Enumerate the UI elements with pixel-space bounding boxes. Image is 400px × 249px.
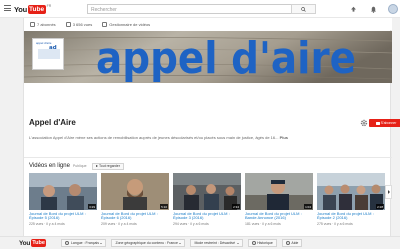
footer-youtube-logo[interactable]: You Tube	[19, 239, 47, 247]
video-duration: 1:04	[304, 204, 312, 209]
views-stat[interactable]: 3 656 vues	[65, 21, 92, 27]
video-item[interactable]: 1:04 Journal de Bord du projet ULM : Ban…	[245, 173, 313, 226]
logo-text-tube: Tube	[27, 4, 46, 14]
globe-icon	[65, 241, 70, 245]
channel-card: 7 abonnés 3 656 vues Gestionnaire de vid…	[23, 18, 400, 240]
video-manager-icon	[102, 21, 108, 27]
history-button[interactable]: Historique	[247, 239, 277, 247]
youtube-logo[interactable]: You Tube FR	[14, 4, 51, 14]
video-meta: 275 vues · il y a 6 mois	[317, 222, 353, 226]
videos-section-header: Vidéos en ligne Publique Tout regarder	[29, 162, 124, 170]
video-title[interactable]: Journal de Bord du projet ULM : Épisode …	[101, 212, 169, 222]
channel-description: L'association Appel d'Aire mène ses acti…	[29, 135, 329, 141]
video-shelf: 3:29 Journal de Bord du projet ULM : Épi…	[29, 173, 385, 233]
video-title[interactable]: Journal de Bord du projet ULM : Épisode …	[317, 212, 385, 222]
chevron-down-icon	[100, 242, 103, 244]
search-button[interactable]	[291, 4, 316, 14]
language-selector[interactable]: Langue : Français	[61, 239, 107, 247]
footer: You Tube Langue : Français Zone géograph…	[0, 236, 400, 249]
play-icon	[95, 165, 98, 167]
video-thumbnail[interactable]: 5:10	[101, 173, 169, 210]
section-divider	[24, 157, 392, 158]
history-icon	[251, 241, 256, 245]
subscribe-button[interactable]: S'abonner	[369, 119, 400, 127]
upload-icon[interactable]	[348, 4, 358, 14]
video-duration: 3:29	[88, 204, 96, 209]
video-item[interactable]: 3:29 Journal de Bord du projet ULM : Épi…	[29, 173, 97, 226]
video-duration: 2:34	[232, 204, 240, 209]
video-thumbnail[interactable]: 2:28	[317, 173, 385, 210]
subscribers-stat[interactable]: 7 abonnés	[30, 21, 56, 27]
chevron-down-icon	[236, 242, 239, 244]
play-all-button[interactable]: Tout regarder	[91, 162, 124, 170]
search-icon	[301, 6, 306, 12]
video-title[interactable]: Journal de Bord du projet ULM : Bande An…	[245, 212, 313, 222]
views-icon	[65, 21, 71, 27]
masthead: You Tube FR Rechercher	[0, 0, 400, 18]
gear-icon[interactable]	[360, 119, 368, 127]
more-link[interactable]: Plus	[280, 135, 288, 140]
section-visibility: Publique	[72, 164, 87, 168]
video-title[interactable]: Journal de Bord du projet ULM : Épisode …	[173, 212, 241, 222]
section-title[interactable]: Vidéos en ligne	[29, 163, 70, 169]
video-meta: 225 vues · il y a 4 mois	[29, 222, 65, 226]
help-icon	[285, 241, 290, 245]
region-selector[interactable]: Zone géographique du contenu : France	[111, 239, 186, 247]
video-thumbnail[interactable]: 1:04	[245, 173, 313, 210]
video-item[interactable]: 5:10 Journal de Bord du projet ULM : Épi…	[101, 173, 169, 226]
footer-logo-text-you: You	[19, 239, 31, 247]
video-title[interactable]: Journal de Bord du projet ULM : Épisode …	[29, 212, 97, 222]
restricted-mode-selector[interactable]: Mode restreint : Désactivé	[190, 239, 243, 247]
video-duration: 2:28	[376, 204, 384, 209]
channel-profile-picture[interactable]: appel d'aire ad	[32, 38, 64, 70]
video-thumbnail[interactable]: 3:29	[29, 173, 97, 210]
description-text: L'association Appel d'Aire mène ses acti…	[29, 135, 279, 140]
shelf-next-arrow-icon[interactable]	[385, 185, 392, 199]
search-input[interactable]: Rechercher	[87, 4, 292, 14]
channel-title: Appel d'Aire	[29, 118, 76, 127]
channel-banner: appel d'aire	[24, 31, 392, 83]
menu-icon[interactable]	[4, 5, 11, 11]
video-item[interactable]: 2:28 Journal de Bord du projet ULM : Épi…	[317, 173, 385, 226]
subscribe-label: S'abonner	[380, 121, 397, 125]
video-item[interactable]: 2:34 Journal de Bord du projet ULM : Épi…	[173, 173, 241, 226]
video-thumbnail[interactable]: 2:34	[173, 173, 241, 210]
profile-mark: ad	[49, 45, 57, 51]
help-button[interactable]: Aide	[281, 239, 303, 247]
logo-locale: FR	[46, 4, 52, 8]
banner-text: appel d'aire	[96, 33, 356, 83]
video-manager-link[interactable]: Gestionnaire de vidéos	[102, 21, 150, 27]
footer-logo-text-tube: Tube	[30, 239, 47, 247]
person-icon	[30, 21, 35, 27]
chevron-down-icon	[179, 242, 182, 244]
video-meta: 294 vues · il y a 6 mois	[173, 222, 209, 226]
subscribe-icon	[375, 121, 380, 125]
logo-text-you: You	[14, 4, 28, 14]
notifications-bell-icon[interactable]	[368, 4, 378, 14]
video-meta: 181 vues · il y a 6 mois	[245, 222, 281, 226]
video-meta: 209 vues · il y a 4 mois	[101, 222, 137, 226]
account-avatar[interactable]	[388, 4, 398, 14]
channel-stats-bar: 7 abonnés 3 656 vues Gestionnaire de vid…	[24, 18, 392, 30]
video-duration: 5:10	[160, 204, 168, 209]
